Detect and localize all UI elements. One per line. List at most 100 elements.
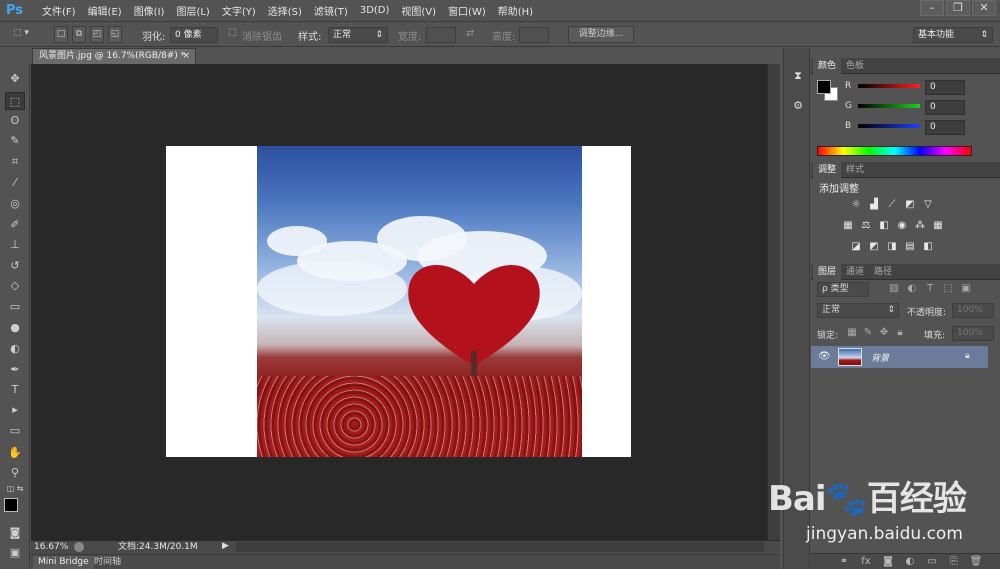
pen-tool-icon[interactable]: ✒ <box>5 361 25 379</box>
menu-view[interactable]: 视图(V) <box>401 3 436 18</box>
exposure-icon[interactable]: ◩ <box>903 199 917 211</box>
selective-color-icon[interactable]: ◧ <box>921 241 935 253</box>
fill-input[interactable]: 100% <box>952 326 994 341</box>
height-input[interactable] <box>519 27 549 43</box>
path-selection-tool-icon[interactable]: ▸ <box>5 401 25 419</box>
zoom-tool-icon[interactable]: ⚲ <box>5 464 25 482</box>
filter-adjustment-icon[interactable]: ◐ <box>905 283 919 295</box>
hand-tool-icon[interactable]: ✋ <box>5 444 25 462</box>
clone-stamp-tool-icon[interactable]: ⊥ <box>5 236 25 254</box>
subtract-selection-icon[interactable]: ◰ <box>90 26 104 43</box>
gradient-tool-icon[interactable]: ▭ <box>5 298 25 316</box>
dodge-tool-icon[interactable]: ◐ <box>5 340 25 358</box>
history-panel-icon[interactable]: ⧗ <box>789 68 807 84</box>
tab-paths[interactable]: 路径 <box>869 264 897 280</box>
close-tab-icon[interactable]: × <box>182 49 190 64</box>
horizontal-scrollbar[interactable] <box>236 542 764 552</box>
add-selection-icon[interactable]: ⧉ <box>72 26 86 43</box>
levels-icon[interactable]: ▟ <box>867 199 881 211</box>
channel-value-input[interactable]: 0 <box>925 120 965 135</box>
black-white-icon[interactable]: ◧ <box>877 220 891 232</box>
quick-mask-icon[interactable]: ◙ <box>5 524 25 542</box>
menu-select[interactable]: 选择(S) <box>268 3 302 18</box>
lock-transparent-icon[interactable]: ▦ <box>845 327 859 339</box>
intersect-selection-icon[interactable]: ◱ <box>108 26 122 43</box>
tab-channels[interactable]: 通道 <box>841 264 869 280</box>
add-mask-icon[interactable]: ◙ <box>881 556 895 568</box>
document-tab[interactable]: 风景图片.jpg @ 16.7%(RGB/8#) * × <box>32 48 196 64</box>
brush-tool-icon[interactable]: ✐ <box>5 216 25 234</box>
delete-layer-icon[interactable]: 🗑︎ <box>969 556 983 568</box>
properties-panel-icon[interactable]: ⚙ <box>789 98 807 114</box>
menu-filter[interactable]: 滤镜(T) <box>314 3 348 18</box>
vibrance-icon[interactable]: ▽ <box>921 199 935 211</box>
layer-filter-select[interactable]: ρ 类型 <box>817 282 869 297</box>
healing-brush-tool-icon[interactable]: ◎ <box>5 195 25 213</box>
curves-icon[interactable]: ⟋ <box>885 199 899 211</box>
shape-tool-icon[interactable]: ▭ <box>5 422 25 440</box>
menu-3d[interactable]: 3D(D) <box>360 5 390 16</box>
new-selection-icon[interactable]: □ <box>54 26 68 43</box>
quick-selection-tool-icon[interactable]: ✎ <box>5 132 25 150</box>
close-button[interactable]: ✕ <box>972 0 996 16</box>
channel-slider[interactable] <box>858 124 920 128</box>
filter-shape-icon[interactable]: ⬚ <box>941 283 955 295</box>
photo-filter-icon[interactable]: ◉ <box>895 220 909 232</box>
gradient-map-icon[interactable]: ▤ <box>903 241 917 253</box>
new-adjustment-icon[interactable]: ◐ <box>903 556 917 568</box>
lock-position-icon[interactable]: ✥ <box>877 327 891 339</box>
minimize-button[interactable]: – <box>920 0 944 16</box>
marquee-tool-preset-icon[interactable]: ⬚ ▾ <box>6 26 36 43</box>
layer-style-icon[interactable]: fx <box>859 556 873 568</box>
tab-adjustments[interactable]: 调整 <box>813 162 842 178</box>
layer-name[interactable]: 背景 <box>871 351 889 364</box>
lasso-tool-icon[interactable]: ʘ <box>5 112 25 130</box>
move-tool-icon[interactable]: ✥ <box>5 70 25 88</box>
screen-mode-icon[interactable]: ▣ <box>5 544 25 562</box>
color-spectrum[interactable] <box>817 146 972 156</box>
crop-tool-icon[interactable]: ⌗ <box>5 153 25 171</box>
restore-button[interactable]: ❐ <box>946 0 970 16</box>
color-lookup-icon[interactable]: ▦ <box>931 220 945 232</box>
threshold-icon[interactable]: ◨ <box>885 241 899 253</box>
menu-help[interactable]: 帮助(H) <box>498 3 533 18</box>
tab-styles[interactable]: 样式 <box>841 162 869 178</box>
channel-value-input[interactable]: 0 <box>925 100 965 115</box>
swap-dimensions-icon[interactable]: ⇄ <box>466 28 474 39</box>
blend-mode-select[interactable]: 正常 ⇕ <box>817 303 899 318</box>
feather-input[interactable]: 0 像素 <box>170 27 218 43</box>
refine-edge-button[interactable]: 调整边缘... <box>568 26 634 43</box>
color-balance-icon[interactable]: ⚖ <box>859 220 873 232</box>
default-colors-icon[interactable]: ◫ ⇆ <box>5 484 25 494</box>
link-layers-icon[interactable]: ⚭ <box>837 556 851 568</box>
eyedropper-tool-icon[interactable]: ⁄ <box>5 174 25 192</box>
tab-mini-bridge[interactable]: Mini Bridge <box>33 556 94 569</box>
status-share-icon[interactable] <box>74 542 84 552</box>
channel-slider[interactable] <box>858 84 920 88</box>
opacity-input[interactable]: 100% <box>952 303 994 318</box>
antialias-checkbox-icon[interactable]: ☐ <box>228 28 237 39</box>
blur-tool-icon[interactable]: ● <box>5 319 25 337</box>
new-group-icon[interactable]: ▭ <box>925 556 939 568</box>
channel-slider[interactable] <box>858 104 920 108</box>
eye-icon[interactable]: 👁︎ <box>818 351 831 362</box>
history-brush-tool-icon[interactable]: ↺ <box>5 257 25 275</box>
invert-icon[interactable]: ◪ <box>849 241 863 253</box>
posterize-icon[interactable]: ◩ <box>867 241 881 253</box>
workspace-select[interactable]: 基本功能 ⇕ <box>913 27 993 43</box>
panel-foreground-swatch[interactable] <box>817 80 831 94</box>
lock-pixels-icon[interactable]: ✎ <box>861 327 875 339</box>
lock-all-icon[interactable]: 🔒︎ <box>893 327 907 339</box>
tab-timeline[interactable]: 时间轴 <box>89 556 126 569</box>
filter-smart-icon[interactable]: ▣ <box>959 283 973 295</box>
menu-type[interactable]: 文字(Y) <box>222 3 256 18</box>
channel-value-input[interactable]: 0 <box>925 80 965 95</box>
menu-layer[interactable]: 图层(L) <box>176 3 209 18</box>
type-tool-icon[interactable]: T <box>5 381 25 399</box>
zoom-level[interactable]: 16.67% <box>34 541 74 553</box>
menu-edit[interactable]: 编辑(E) <box>88 3 122 18</box>
menu-file[interactable]: 文件(F) <box>42 3 76 18</box>
width-input[interactable] <box>426 27 456 43</box>
channel-mixer-icon[interactable]: ⁂ <box>913 220 927 232</box>
menu-window[interactable]: 窗口(W) <box>448 3 486 18</box>
